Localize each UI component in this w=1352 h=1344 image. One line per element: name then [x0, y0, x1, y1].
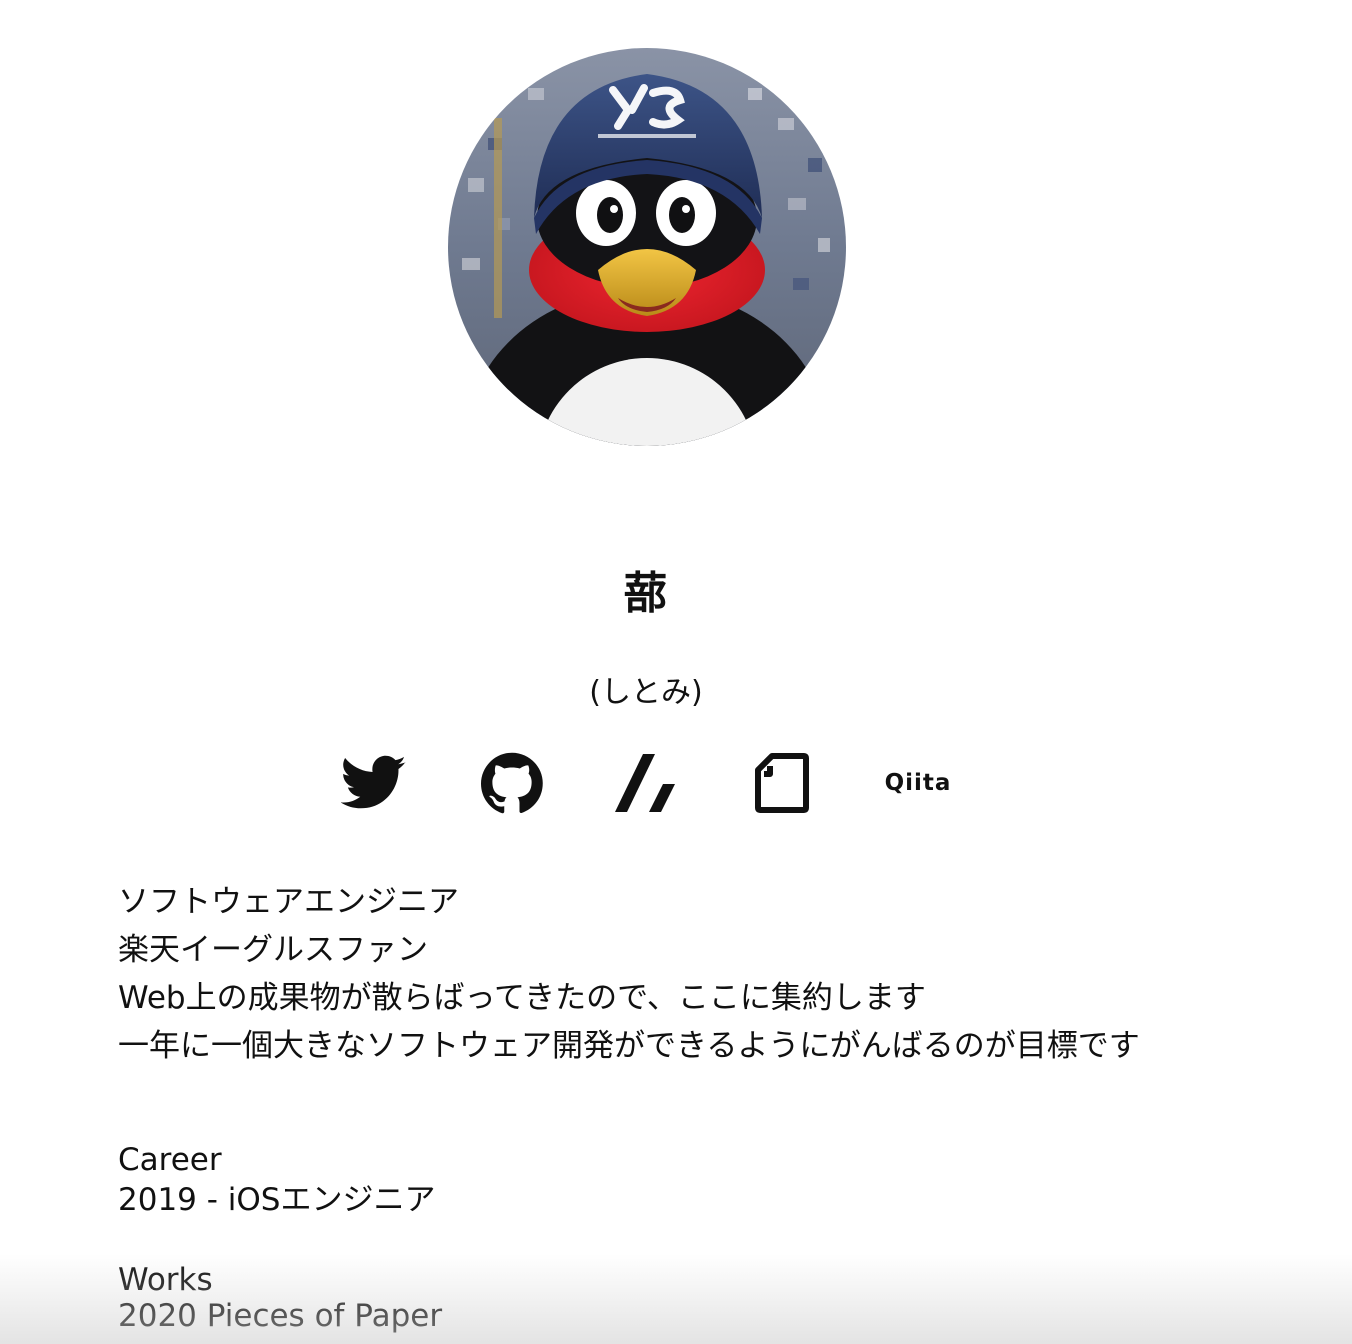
bio-line: Web上の成果物が散らばってきたので、ここに集約します [118, 980, 926, 1016]
twitter-icon [341, 755, 406, 809]
works-section: Works 2020 Pieces of Paper [118, 1260, 442, 1334]
qiita-link[interactable]: Qiita [878, 748, 958, 818]
bio-line: ソフトウェアエンジニア [118, 884, 459, 920]
career-heading: Career [118, 1142, 222, 1178]
works-item[interactable]: 2020 Pieces of Paper [118, 1296, 442, 1334]
avatar-image [448, 48, 846, 446]
twitter-link[interactable] [338, 748, 410, 818]
qiita-logo-text: Qiita [884, 770, 952, 796]
works-heading: Works [118, 1262, 213, 1298]
bio-line: 楽天イーグルスファン [118, 932, 428, 968]
zenn-icon [615, 754, 675, 812]
github-icon [481, 752, 543, 814]
note-link[interactable] [748, 748, 816, 818]
github-link[interactable] [476, 748, 548, 818]
profile-reading: (しとみ) [589, 675, 703, 710]
bio: ソフトウェアエンジニア 楽天イーグルスファン Web上の成果物が散らばってきたの… [118, 878, 1140, 1070]
profile-page: 蔀 (しとみ) Qiita ソフトウェアエンジニア 楽天イーグルスファン Web… [0, 0, 1352, 1344]
career-item: 2019 - iOSエンジニア [118, 1182, 436, 1218]
bio-line: 一年に一個大きなソフトウェア開発ができるようにがんばるのが目標です [118, 1028, 1140, 1064]
note-icon [755, 753, 809, 813]
zenn-link[interactable] [608, 748, 684, 818]
social-links: Qiita [0, 748, 1352, 818]
career-section: Career 2019 - iOSエンジニア [118, 1140, 435, 1220]
profile-name: 蔀 [623, 568, 669, 619]
avatar [448, 48, 846, 446]
